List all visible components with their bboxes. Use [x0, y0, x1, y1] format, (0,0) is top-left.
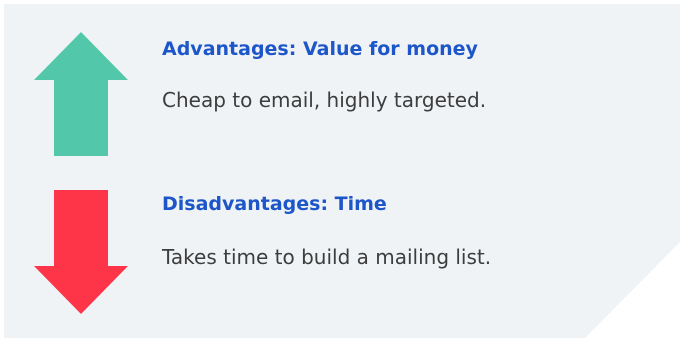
advantages-heading: Advantages: Value for money [162, 38, 478, 60]
disadvantages-description: Takes time to build a mailing list. [162, 245, 492, 269]
advantages-description: Cheap to email, highly targeted. [162, 88, 487, 112]
arrow-down-icon [34, 190, 128, 314]
arrow-up-icon [34, 32, 128, 156]
disadvantages-heading: Disadvantages: Time [162, 193, 387, 215]
